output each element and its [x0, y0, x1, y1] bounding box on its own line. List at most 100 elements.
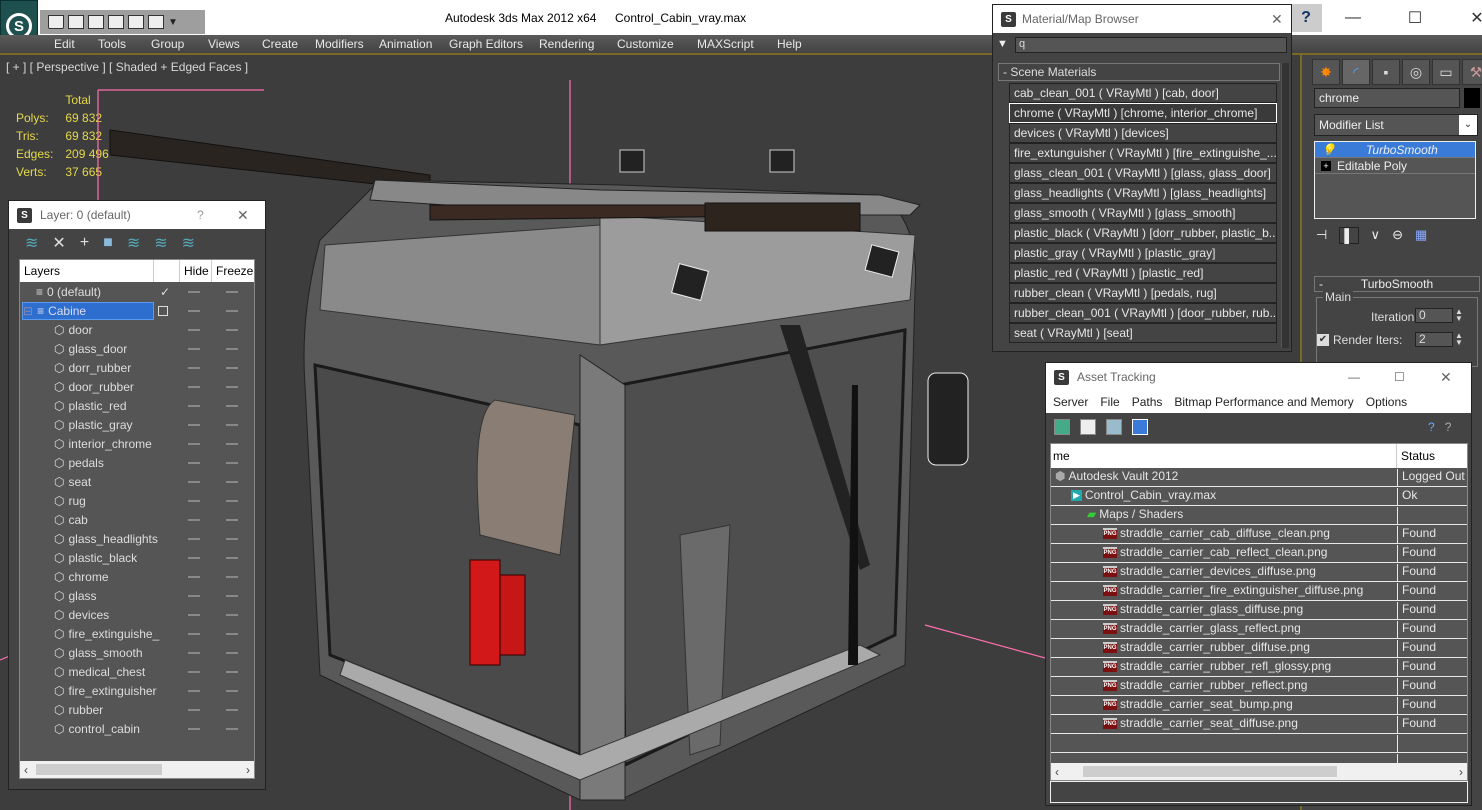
stack-item-editable-poly[interactable]: + Editable Poly	[1315, 158, 1475, 174]
material-item[interactable]: rubber_clean_001 ( VRayMtl ) [door_rubbe…	[1009, 303, 1277, 323]
freeze-toggle[interactable]	[226, 518, 238, 521]
refresh-icon[interactable]	[1054, 419, 1070, 435]
save-icon[interactable]	[68, 15, 84, 29]
lightbulb-icon[interactable]: 💡	[1321, 143, 1336, 157]
configure-sets-icon[interactable]: ▦	[1415, 227, 1427, 244]
freeze-toggle[interactable]	[226, 309, 238, 312]
help-button[interactable]: ?	[1290, 4, 1322, 32]
vertical-scrollbar[interactable]	[1281, 63, 1289, 348]
project-icon[interactable]	[108, 15, 124, 29]
material-item[interactable]: chrome ( VRayMtl ) [chrome, interior_chr…	[1009, 103, 1277, 123]
menu-customize[interactable]: Customize	[617, 37, 674, 51]
freeze-toggle[interactable]	[226, 537, 238, 540]
object-color-swatch[interactable]	[1464, 88, 1480, 108]
material-item[interactable]: glass_headlights ( VRayMtl ) [glass_head…	[1009, 183, 1277, 203]
freeze-toggle[interactable]	[226, 727, 238, 730]
freeze-toggle[interactable]	[226, 575, 238, 578]
hide-toggle[interactable]	[188, 480, 200, 483]
scroll-left-icon[interactable]: ‹	[1055, 765, 1059, 779]
layer-row[interactable]: ⬡ seat	[20, 472, 254, 491]
current-layer-check-icon[interactable]: ✓	[160, 285, 170, 299]
layer-row[interactable]: ⬡ rug	[20, 491, 254, 510]
material-browser-titlebar[interactable]: S Material/Map Browser ✕	[993, 5, 1291, 33]
asset-row[interactable]: PNG straddle_carrier_glass_diffuse.png Fou…	[1051, 601, 1467, 620]
asset-row[interactable]: ▶ Control_Cabin_vray.max Ok	[1051, 487, 1467, 506]
horizontal-scrollbar[interactable]: ‹ ›	[20, 761, 254, 778]
highlight-layer-icon[interactable]: ≋	[127, 233, 140, 253]
horizontal-scrollbar[interactable]: ‹ ›	[1051, 763, 1467, 780]
hide-toggle[interactable]	[188, 461, 200, 464]
hide-toggle[interactable]	[188, 575, 200, 578]
menu-modifiers[interactable]: Modifiers	[315, 37, 364, 51]
scroll-thumb[interactable]	[1083, 766, 1337, 777]
layer-row[interactable]: ⬡ pedals	[20, 453, 254, 472]
iterations-spinner[interactable]: 0	[1415, 308, 1453, 323]
layer-row[interactable]: ⬡ plastic_gray	[20, 415, 254, 434]
asset-tracking-titlebar[interactable]: S Asset Tracking — ☐ ✕	[1046, 363, 1471, 391]
hide-toggle[interactable]	[188, 594, 200, 597]
freeze-toggle[interactable]	[226, 328, 238, 331]
list-view-icon[interactable]	[1080, 419, 1096, 435]
asset-row[interactable]: ▰ Maps / Shaders	[1051, 506, 1467, 525]
utilities-tab[interactable]: ⚒	[1462, 59, 1482, 85]
material-item[interactable]: cab_clean_001 ( VRayMtl ) [cab, door]	[1009, 83, 1277, 103]
material-item[interactable]: rubber_clean ( VRayMtl ) [pedals, rug]	[1009, 283, 1277, 303]
set-current-checkbox[interactable]	[158, 305, 168, 316]
menu-create[interactable]: Create	[262, 37, 298, 51]
create-tab[interactable]: ✸	[1312, 59, 1340, 85]
minimize-button[interactable]: —	[1348, 370, 1360, 384]
material-item[interactable]: seat ( VRayMtl ) [seat]	[1009, 323, 1277, 343]
hide-toggle[interactable]	[188, 613, 200, 616]
scroll-thumb[interactable]	[36, 764, 162, 775]
material-item[interactable]: glass_smooth ( VRayMtl ) [glass_smooth]	[1009, 203, 1277, 223]
hide-toggle[interactable]	[188, 404, 200, 407]
select-objects-icon[interactable]: ■	[103, 234, 113, 252]
help-button[interactable]: ?	[197, 208, 204, 222]
help-icon[interactable]: ?	[1445, 420, 1452, 434]
layer-row[interactable]: ≡ 0 (default) ✓	[20, 282, 254, 301]
layer-row[interactable]: ⬡ door_rubber	[20, 377, 254, 396]
layer-row[interactable]: ⬡ cab	[20, 510, 254, 529]
asset-row[interactable]: PNG straddle_carrier_seat_diffuse.png Foun…	[1051, 715, 1467, 734]
freeze-all-icon[interactable]: ≋	[182, 233, 195, 253]
menu-animation[interactable]: Animation	[379, 37, 432, 51]
minimize-button[interactable]: —	[1322, 4, 1384, 32]
asset-row[interactable]: PNG straddle_carrier_rubber_reflect.png Fo…	[1051, 677, 1467, 696]
asset-row[interactable]: PNG straddle_carrier_seat_bump.png Found	[1051, 696, 1467, 715]
material-search-input[interactable]: q	[1015, 37, 1287, 53]
asset-row[interactable]: PNG straddle_carrier_cab_diffuse_clean.pn…	[1051, 525, 1467, 544]
layer-row[interactable]: ⬡ devices	[20, 605, 254, 624]
menu-maxscript[interactable]: MAXScript	[697, 37, 754, 51]
freeze-toggle[interactable]	[226, 442, 238, 445]
freeze-toggle[interactable]	[226, 670, 238, 673]
hide-toggle[interactable]	[188, 651, 200, 654]
layer-row[interactable]: ⬡ rubber	[20, 700, 254, 719]
layer-row[interactable]: ⬡ chrome	[20, 567, 254, 586]
hide-toggle[interactable]	[188, 518, 200, 521]
menu-views[interactable]: Views	[208, 37, 240, 51]
asset-row[interactable]: PNG straddle_carrier_rubber_refl_glossy.p…	[1051, 658, 1467, 677]
menu-options[interactable]: Options	[1366, 395, 1407, 409]
menu-help[interactable]: Help	[777, 37, 802, 51]
material-item[interactable]: fire_extunguisher ( VRayMtl ) [fire_exti…	[1009, 143, 1277, 163]
freeze-toggle[interactable]	[226, 290, 238, 293]
freeze-toggle[interactable]	[226, 632, 238, 635]
hide-toggle[interactable]	[188, 632, 200, 635]
layer-row[interactable]: ⬡ fire_extinguishe_	[20, 624, 254, 643]
asset-row[interactable]: PNG straddle_carrier_fire_extinguisher_di…	[1051, 582, 1467, 601]
hide-toggle[interactable]	[188, 499, 200, 502]
material-item[interactable]: devices ( VRayMtl ) [devices]	[1009, 123, 1277, 143]
scroll-right-icon[interactable]: ›	[1459, 765, 1463, 779]
menu-graph-editors[interactable]: Graph Editors	[449, 37, 523, 51]
display-tab[interactable]: ▭	[1432, 59, 1460, 85]
layer-row[interactable]: ⊟ ≡ Cabine	[20, 301, 254, 320]
col-layers[interactable]: Layers	[20, 260, 154, 282]
close-button[interactable]: ✕	[1271, 11, 1283, 28]
layer-row[interactable]: ⬡ plastic_black	[20, 548, 254, 567]
maximize-button[interactable]: ☐	[1384, 4, 1446, 32]
hide-toggle[interactable]	[188, 537, 200, 540]
hide-toggle[interactable]	[188, 442, 200, 445]
stack-item-turbosmooth[interactable]: 💡 TurboSmooth	[1315, 142, 1475, 158]
menu-file[interactable]: File	[1100, 395, 1119, 409]
menu-rendering[interactable]: Rendering	[539, 37, 594, 51]
